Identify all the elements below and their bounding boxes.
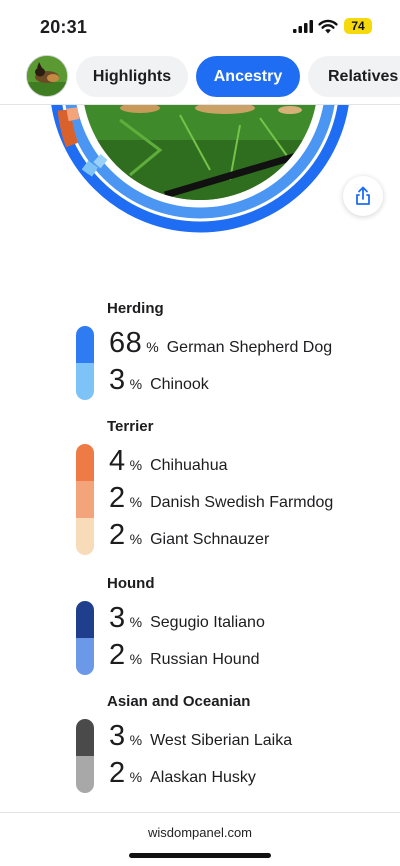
breed-group-terrier: Terrier 4 % Chihuahua 2 % Danish Swedish… [76, 414, 396, 571]
breed-row[interactable]: 2 % Alaskan Husky [76, 756, 396, 793]
bar-segment [76, 719, 94, 756]
percent-sign: % [129, 457, 143, 473]
group-title: Asian and Oceanian [107, 693, 251, 710]
breed-percent: 3 [109, 720, 126, 752]
percent-sign: % [129, 732, 143, 748]
breed-name: West Siberian Laika [150, 732, 293, 749]
group-title: Hound [107, 575, 155, 592]
group-color-bar [76, 719, 94, 793]
tab-relatives[interactable]: Relatives [308, 56, 400, 97]
breed-name: Danish Swedish Farmdog [150, 494, 334, 511]
breed-name: German Shepherd Dog [166, 339, 333, 356]
percent-sign: % [129, 769, 143, 785]
breed-row[interactable]: 3 % Segugio Italiano [76, 601, 396, 638]
breed-name: Russian Hound [150, 651, 260, 668]
dog-photo-thumbnail [27, 56, 67, 96]
breed-percent: 2 [109, 482, 126, 514]
breed-breakdown: Herding 68 % German Shepherd Dog 3 % Chi… [76, 296, 396, 807]
breed-group-hound: Hound 3 % Segugio Italiano 2 % Russian H… [76, 571, 396, 689]
browser-footer: wisdompanel.com [0, 812, 400, 866]
bar-segment [76, 363, 94, 400]
group-title: Herding [107, 300, 164, 317]
breed-row[interactable]: 2 % Russian Hound [76, 638, 396, 675]
group-color-bar [76, 601, 94, 675]
bar-segment [76, 638, 94, 675]
percent-sign: % [129, 531, 143, 547]
group-color-bar [76, 444, 94, 555]
breed-percent: 4 [109, 445, 126, 477]
home-indicator[interactable] [129, 853, 271, 858]
bar-segment [76, 601, 94, 638]
breed-name: Giant Schnauzer [150, 531, 270, 548]
breed-percent: 2 [109, 639, 126, 671]
breed-group-herding: Herding 68 % German Shepherd Dog 3 % Chi… [76, 296, 396, 414]
breed-row[interactable]: 3 % West Siberian Laika [76, 719, 396, 756]
breed-row[interactable]: 2 % Danish Swedish Farmdog [76, 481, 396, 518]
breed-name: Chihuahua [150, 457, 228, 474]
status-time: 20:31 [40, 17, 88, 37]
bar-segment [76, 756, 94, 793]
breed-percent: 2 [109, 519, 126, 551]
breed-group-asian-oceanian: Asian and Oceanian 3 % West Siberian Lai… [76, 689, 396, 807]
breed-row[interactable]: 4 % Chihuahua [76, 444, 396, 481]
tab-ancestry[interactable]: Ancestry [196, 56, 300, 97]
bar-segment [76, 518, 94, 555]
ancestry-ring-chart [51, 105, 349, 233]
breed-row[interactable]: 2 % Giant Schnauzer [76, 518, 396, 555]
breed-name: Chinook [150, 376, 209, 393]
breed-percent: 68 [109, 327, 143, 359]
breed-percent: 2 [109, 757, 126, 789]
percent-sign: % [129, 651, 143, 667]
breed-name: Segugio Italiano [150, 614, 265, 631]
percent-sign: % [129, 494, 143, 510]
breed-row[interactable]: 68 % German Shepherd Dog [76, 326, 396, 363]
breed-percent: 3 [109, 602, 126, 634]
site-url[interactable]: wisdompanel.com [0, 825, 400, 840]
ancestry-ring [0, 105, 400, 265]
bar-segment [76, 481, 94, 518]
percent-sign: % [129, 376, 143, 392]
breed-row[interactable]: 3 % Chinook [76, 363, 396, 400]
group-color-bar [76, 326, 94, 400]
share-icon [356, 186, 370, 205]
breed-percent: 3 [109, 364, 126, 396]
bar-segment [76, 444, 94, 481]
tab-highlights[interactable]: Highlights [76, 56, 188, 97]
tab-bar: Highlights Ancestry Relatives [0, 52, 400, 102]
battery-indicator: 74 [344, 18, 372, 34]
dog-avatar[interactable] [26, 55, 68, 97]
group-title: Terrier [107, 418, 154, 435]
percent-sign: % [146, 339, 159, 355]
percent-sign: % [129, 614, 143, 630]
cellular-signal-icon [293, 20, 313, 33]
bar-segment [76, 326, 94, 363]
share-button[interactable] [343, 176, 383, 216]
wifi-icon [318, 19, 338, 34]
breed-name: Alaskan Husky [150, 769, 256, 786]
status-bar: 20:31 74 [0, 0, 400, 50]
